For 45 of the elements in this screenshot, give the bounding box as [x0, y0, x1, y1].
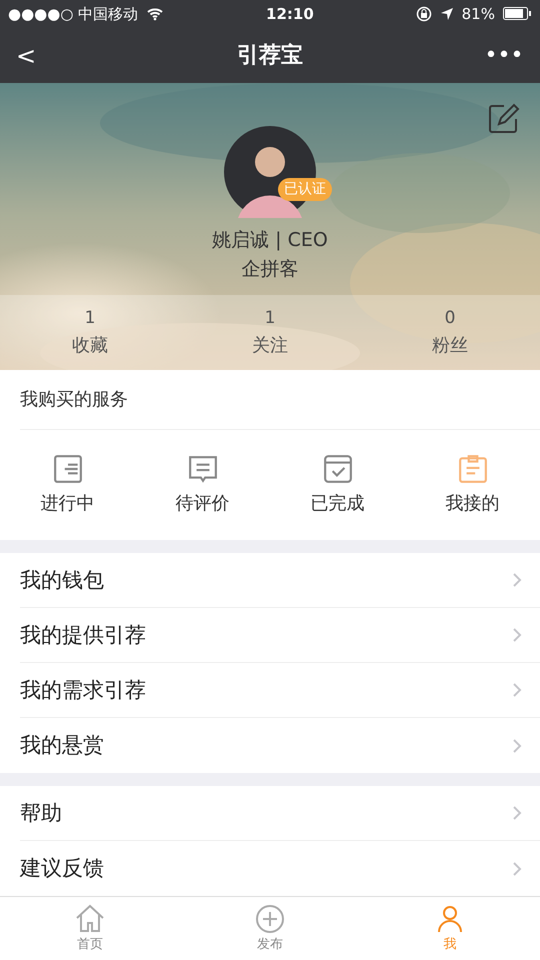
tab-item[interactable]: 发布 [180, 897, 360, 960]
service-label[interactable]: 已完成 [310, 490, 364, 517]
clipboard-icon[interactable] [458, 454, 488, 484]
back-button[interactable]: < [16, 38, 56, 74]
home-icon [74, 902, 106, 935]
progress-icon[interactable] [52, 454, 82, 484]
chevron-icon [512, 860, 522, 877]
service-label[interactable]: 我接的 [446, 490, 500, 517]
clock-text: 12:10 [265, 4, 315, 25]
wifi-icon [146, 6, 164, 22]
menu-item[interactable]: 我的悬赏 [20, 730, 104, 762]
stat-label[interactable]: 收藏 [72, 332, 108, 359]
chevron-icon [512, 627, 522, 644]
edit-icon[interactable] [488, 103, 520, 136]
verified-badge: 已认证 [278, 178, 332, 202]
stat-count: 0 [444, 307, 456, 330]
section-title: 我购买的服务 [20, 370, 540, 430]
chevron-icon [512, 572, 522, 588]
stat-label[interactable]: 粉丝 [432, 332, 468, 359]
chevron-icon [512, 682, 522, 698]
checkbox-icon[interactable] [322, 454, 352, 484]
menu-item[interactable]: 我的提供引荐 [20, 620, 146, 652]
menu-item[interactable]: 建议反馈 [20, 853, 104, 885]
service-label[interactable]: 待评价 [176, 490, 230, 517]
comment-icon[interactable] [188, 454, 218, 484]
battery-text: 81% [462, 4, 495, 25]
company-name: 企拼客 [242, 256, 298, 282]
page-title: 引荐宝 [236, 42, 304, 70]
chevron-icon [512, 738, 522, 754]
chevron-icon [512, 805, 522, 822]
add-icon [254, 902, 286, 935]
location-icon [440, 6, 454, 21]
menu-item[interactable]: 帮助 [20, 798, 62, 830]
battery-icon [502, 7, 532, 20]
tab-item[interactable]: 首页 [0, 897, 180, 960]
service-label[interactable]: 进行中 [40, 490, 94, 517]
user-name: 姚启诚 | CEO [212, 228, 328, 254]
carrier-text: ●●●●○ 中国移动 [8, 4, 138, 25]
menu-item[interactable]: 我的钱包 [20, 564, 104, 596]
stat-label[interactable]: 关注 [252, 332, 288, 359]
menu-item[interactable]: 我的需求引荐 [20, 674, 146, 706]
more-button[interactable]: ••• [484, 39, 524, 72]
rotation-lock-icon [416, 6, 432, 22]
stat-count: 1 [264, 307, 276, 330]
stat-count: 1 [84, 307, 96, 330]
